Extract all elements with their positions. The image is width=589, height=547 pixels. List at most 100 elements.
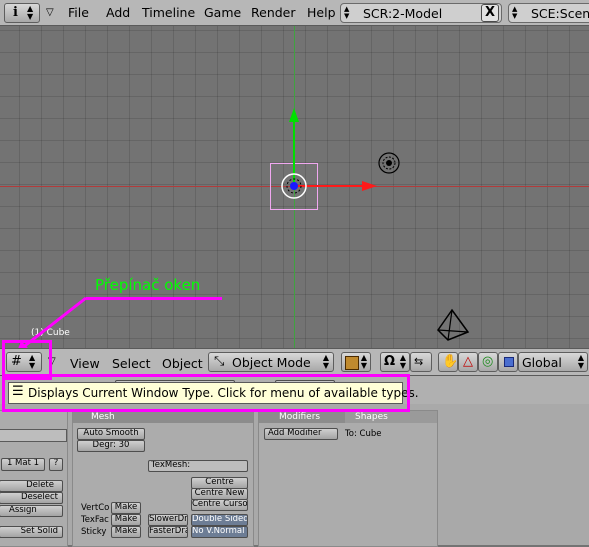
centre-new-label: Centre New [194,488,245,498]
menu-game[interactable]: Game [204,5,241,20]
up-down-arrows-icon: ▲ ▼ [577,353,584,370]
scale-manipulator-button[interactable] [498,352,518,372]
assign-label: Assign [9,505,37,515]
degr-label: Degr: 30 [92,440,130,450]
centre-label: Centre [205,477,234,487]
texfac-label: TexFac [81,515,109,525]
dotted-arrows-icon: ⇆ [414,355,424,368]
set-solid-button[interactable]: Set Solid [0,526,63,538]
centre-cursor-button[interactable]: Centre Cursor [191,499,248,511]
delete-screen-button[interactable]: X [481,4,499,22]
shaded-cube-icon [345,356,359,370]
pivot-selector[interactable]: Ω ▲ ▼ [380,352,410,372]
triangle-icon: △ [463,354,473,369]
screen-name[interactable]: SCR:2-Model [363,6,442,21]
menu-object[interactable]: Object [162,356,203,371]
up-down-arrows-icon: ▲ ▼ [27,4,34,21]
menu-select[interactable]: Select [112,356,151,371]
delete-label: Delete [26,480,54,490]
scene-name[interactable]: SCE:Scen [531,6,589,21]
make-label: Make [114,526,138,536]
orientation-label: Global [522,355,562,370]
collapse-menus-icon[interactable]: ▽ [46,7,54,18]
set-solid-label: Set Solid [20,526,58,536]
mesh-panel-title[interactable]: Mesh [73,411,253,423]
3d-viewport[interactable]: (1) Cube Přepínač oken [0,26,589,348]
up-down-arrows-icon: ▲ ▼ [360,353,367,370]
top-header: i ▲ ▼ ▽ File Add Timeline Game Render Hel… [0,0,589,26]
up-down-arrows-icon: ▲ ▼ [344,5,350,20]
rotate-manipulator-button[interactable]: ◎ [478,352,498,372]
sticky-make-button[interactable]: Make [111,526,141,538]
texfac-make-button[interactable]: Make [111,514,141,526]
up-down-arrows-icon: ▲ ▼ [322,353,329,370]
mode-selector[interactable]: ⤡ Object Mode ▲ ▼ [208,352,334,372]
3d-view-header: # ▲ ▼ ▽ View Select Object ⤡ Object Mode … [0,348,589,375]
delete-button[interactable]: Delete [0,480,63,492]
mode-label: Object Mode [232,355,311,370]
faster-draw-button[interactable]: FasterDra [148,526,188,538]
material-index-button[interactable]: 1 Mat 1 [1,458,45,471]
object-mode-icon: ⤡ [214,354,225,369]
modifiers-panel: Modifiers Shapes Add Modifier To: Cube [258,410,438,547]
align-pivot-button[interactable]: ⇆ [410,352,432,372]
auto-smooth-toggle[interactable]: Auto Smooth [77,428,145,440]
vertco-label: VertCo [81,503,110,513]
sticky-label: Sticky [81,527,107,537]
up-down-arrows-icon: ▲ ▼ [512,5,518,20]
slower-draw-button[interactable]: SlowerDr [148,514,188,526]
material-index-label: 1 Mat 1 [6,458,40,468]
texmesh-label: TexMesh: [151,460,191,470]
add-modifier-label: Add Modifier [268,428,322,438]
texmesh-field[interactable]: TexMesh: [148,460,248,472]
draw-type-selector[interactable]: ▲ ▼ [341,352,371,372]
screen-selector[interactable]: ▲ ▼ SCR:2-Model [340,3,502,23]
info-icon: i [13,5,18,20]
to-object-label: To: Cube [345,429,382,439]
lamp-object[interactable] [375,149,405,179]
centre-cursor-label: Centre Cursor [192,499,248,509]
menu-timeline[interactable]: Timeline [142,5,195,20]
menu-add[interactable]: Add [106,5,130,20]
pivot-icon: Ω [384,354,396,369]
menu-help[interactable]: Help [307,5,336,20]
tab-shapes-label: Shapes [355,412,388,422]
vertco-make-button[interactable]: Make [111,502,141,514]
manipulator-toggle-button[interactable]: ✋ [438,352,458,372]
menu-file[interactable]: File [68,5,89,20]
make-label: Make [114,502,138,512]
tab-modifiers[interactable]: Modifiers [259,411,345,423]
material-help-button[interactable]: ? [49,458,63,471]
deselect-label: Deselect [20,492,58,502]
menu-render[interactable]: Render [251,5,296,20]
square-icon [504,357,514,367]
double-sided-toggle[interactable]: Double Sided [191,514,248,526]
assign-button[interactable]: Assign [0,505,63,517]
add-modifier-button[interactable]: Add Modifier [264,428,338,440]
slower-draw-label: SlowerDr [149,514,188,524]
double-sided-label: Double Sided [192,514,248,524]
mesh-panel: Mesh Auto Smooth Degr: 30 TexMesh: Centr… [72,410,254,547]
degr-field[interactable]: Degr: 30 [77,440,145,452]
tooltip-highlight [2,374,410,412]
faster-draw-label: FasterDra [149,526,188,536]
link-materials-panel: 1 Mat 1 ? Delete Deselect Assign Set Sol… [0,410,68,547]
ring-icon: ◎ [482,354,494,369]
tab-shapes[interactable]: Shapes [345,411,437,423]
deselect-button[interactable]: Deselect [0,492,63,504]
tab-modifiers-label: Modifiers [279,412,321,422]
orientation-selector[interactable]: Global ▲ ▼ [518,352,588,372]
menu-view[interactable]: View [70,356,100,371]
up-down-arrows-icon: ▲ ▼ [399,353,406,370]
camera-object[interactable] [434,308,474,348]
make-label: Make [114,514,138,524]
annotation-label: Přepínač oken [95,276,201,294]
scene-selector[interactable]: ▲ ▼ SCE:Scen [508,3,589,23]
material-help-label: ? [53,458,59,468]
no-vnormal-flip-toggle[interactable]: No V.Normal F [191,526,248,538]
no-vnormal-flip-label: No V.Normal F [192,526,248,536]
translate-manipulator-button[interactable]: △ [458,352,478,372]
window-type-button-info[interactable]: i ▲ ▼ [4,3,40,23]
material-slot-field[interactable] [0,429,67,442]
auto-smooth-label: Auto Smooth [83,428,139,438]
